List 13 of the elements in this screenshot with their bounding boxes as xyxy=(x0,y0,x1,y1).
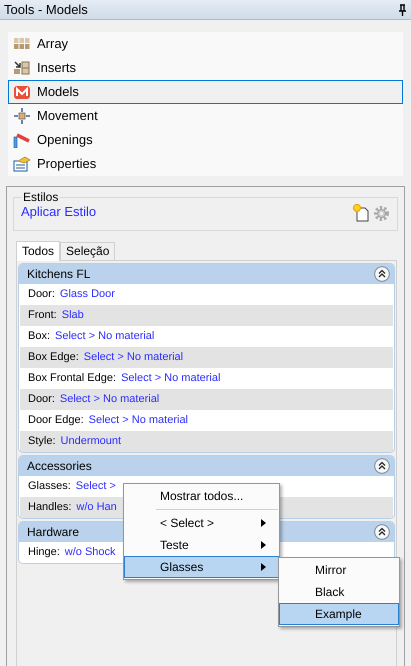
property-label: Style: xyxy=(28,434,56,450)
property-label: Glasses: xyxy=(28,479,71,494)
group-legend: Estilos xyxy=(22,190,60,204)
property-label: Front: xyxy=(28,308,57,324)
property-label: Door: xyxy=(28,287,55,302)
property-label: Door Edge: xyxy=(28,413,84,428)
property-label: Handles: xyxy=(28,500,72,516)
property-label: Box Frontal Edge: xyxy=(28,371,116,386)
property-label: Hinge: xyxy=(28,545,60,560)
property-label: Door: xyxy=(28,392,55,408)
window-title: Tools - Models xyxy=(4,0,88,19)
property-label: Box: xyxy=(28,329,50,344)
property-label: Box Edge: xyxy=(28,350,79,366)
